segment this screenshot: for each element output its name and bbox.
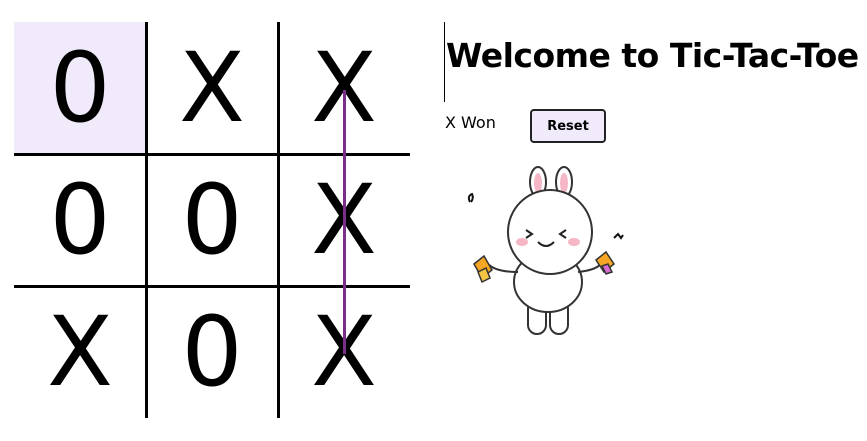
board-cell[interactable]: 0 (14, 22, 146, 154)
grid-line-vertical (277, 22, 280, 418)
board-cell[interactable]: X (146, 22, 278, 154)
celebrating-bunny-sticker (467, 166, 624, 335)
grid-line-horizontal (14, 153, 410, 156)
reset-button[interactable]: Reset (530, 109, 606, 143)
page-title: Welcome to Tic-Tac-Toe (446, 36, 859, 75)
grid-line-vertical (145, 22, 148, 418)
winning-line (343, 90, 346, 354)
game-board: 0 X X 0 0 X X 0 X (14, 22, 410, 418)
board-cell[interactable]: 0 (146, 154, 278, 286)
game-status: X Won (445, 113, 496, 132)
grid-line-horizontal (14, 285, 410, 288)
title-divider (444, 22, 445, 102)
board-cell[interactable]: X (14, 286, 146, 418)
board-cell[interactable]: 0 (146, 286, 278, 418)
board-cell[interactable]: 0 (14, 154, 146, 286)
